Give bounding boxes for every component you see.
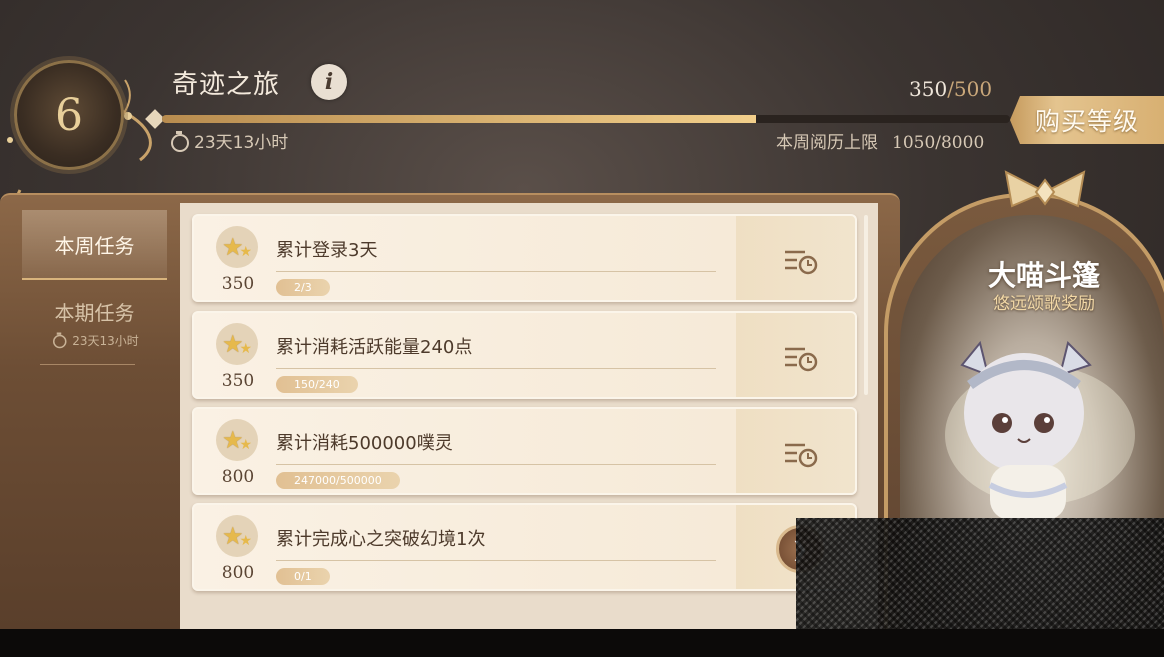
task-card: ★ ★ 800 累计消耗500000噗灵 247000/500000: [192, 407, 857, 495]
censored-overlay: [796, 518, 1164, 629]
exp-progress-text: 350/500: [909, 77, 992, 101]
info-icon[interactable]: i: [311, 64, 347, 100]
history-icon[interactable]: [783, 343, 819, 373]
task-points: 350: [221, 371, 255, 391]
task-card: ★ ★ 350 累计登录3天 2/3: [192, 214, 857, 302]
star-reward-icon: ★ ★: [216, 323, 258, 365]
exp-progress-bar: [162, 115, 1010, 123]
task-divider: [276, 560, 716, 561]
exp-current: 350: [909, 77, 948, 101]
task-progress-badge: 0/1: [276, 568, 330, 585]
task-card: ★ ★ 350 累计消耗活跃能量240点 150/240: [192, 311, 857, 399]
task-points: 800: [221, 563, 255, 583]
task-progress-badge: 150/240: [276, 376, 358, 393]
tab-period-timer-text: 23天13小时: [72, 333, 139, 348]
task-name: 累计消耗500000噗灵: [276, 433, 453, 454]
task-points: 800: [221, 467, 255, 487]
page-title: 奇迹之旅: [172, 70, 281, 100]
task-divider: [276, 464, 716, 465]
bottom-letterbox: [0, 629, 1164, 657]
bow-ornament-icon: [1004, 170, 1086, 208]
stopwatch-icon: [170, 130, 189, 152]
reward-name: 大喵斗篷: [987, 259, 1100, 292]
task-points: 350: [221, 274, 255, 294]
level-number: 6: [55, 89, 83, 141]
task-list-scrollbar[interactable]: [864, 215, 868, 395]
task-divider: [276, 271, 716, 272]
task-progress-badge: 247000/500000: [276, 472, 400, 489]
history-icon[interactable]: [783, 246, 819, 276]
task-progress-badge: 2/3: [276, 279, 330, 296]
star-reward-icon: ★ ★: [216, 515, 258, 557]
stopwatch-icon: [52, 332, 67, 349]
task-name: 累计完成心之突破幻境1次: [276, 529, 486, 550]
task-divider: [276, 368, 716, 369]
weekly-cap: 本周阅历上限 1050/8000: [776, 128, 984, 153]
reward-subtitle: 悠远颂歌奖励: [993, 294, 1095, 314]
exp-progress-fill: [162, 115, 756, 123]
tab-period-label: 本期任务: [54, 301, 135, 325]
task-name: 累计登录3天: [276, 240, 378, 261]
task-name: 累计消耗活跃能量240点: [276, 337, 473, 358]
tab-period-tasks[interactable]: 本期任务 23天13小时: [22, 297, 167, 365]
exp-max: /500: [947, 77, 993, 101]
sidebar-divider: [40, 364, 135, 365]
level-badge: 6: [14, 60, 124, 170]
tab-period-timer: 23天13小时: [22, 330, 167, 350]
tab-weekly-tasks[interactable]: 本周任务: [22, 210, 167, 280]
star-reward-icon: ★ ★: [216, 419, 258, 461]
buy-level-button[interactable]: 购买等级: [1010, 96, 1164, 144]
history-icon[interactable]: [783, 439, 819, 469]
cat-costume-illustration: [945, 340, 1135, 520]
season-timer-text: 23天13小时: [194, 133, 289, 153]
weekly-cap-value: 1050/8000: [892, 133, 985, 153]
star-reward-icon: ★ ★: [216, 226, 258, 268]
task-card: ★★ 800 累计完成心之突破幻境1次 0/1 ❯: [192, 503, 857, 591]
weekly-cap-label: 本周阅历上限: [776, 133, 878, 153]
season-timer: 23天13小时: [170, 128, 288, 153]
